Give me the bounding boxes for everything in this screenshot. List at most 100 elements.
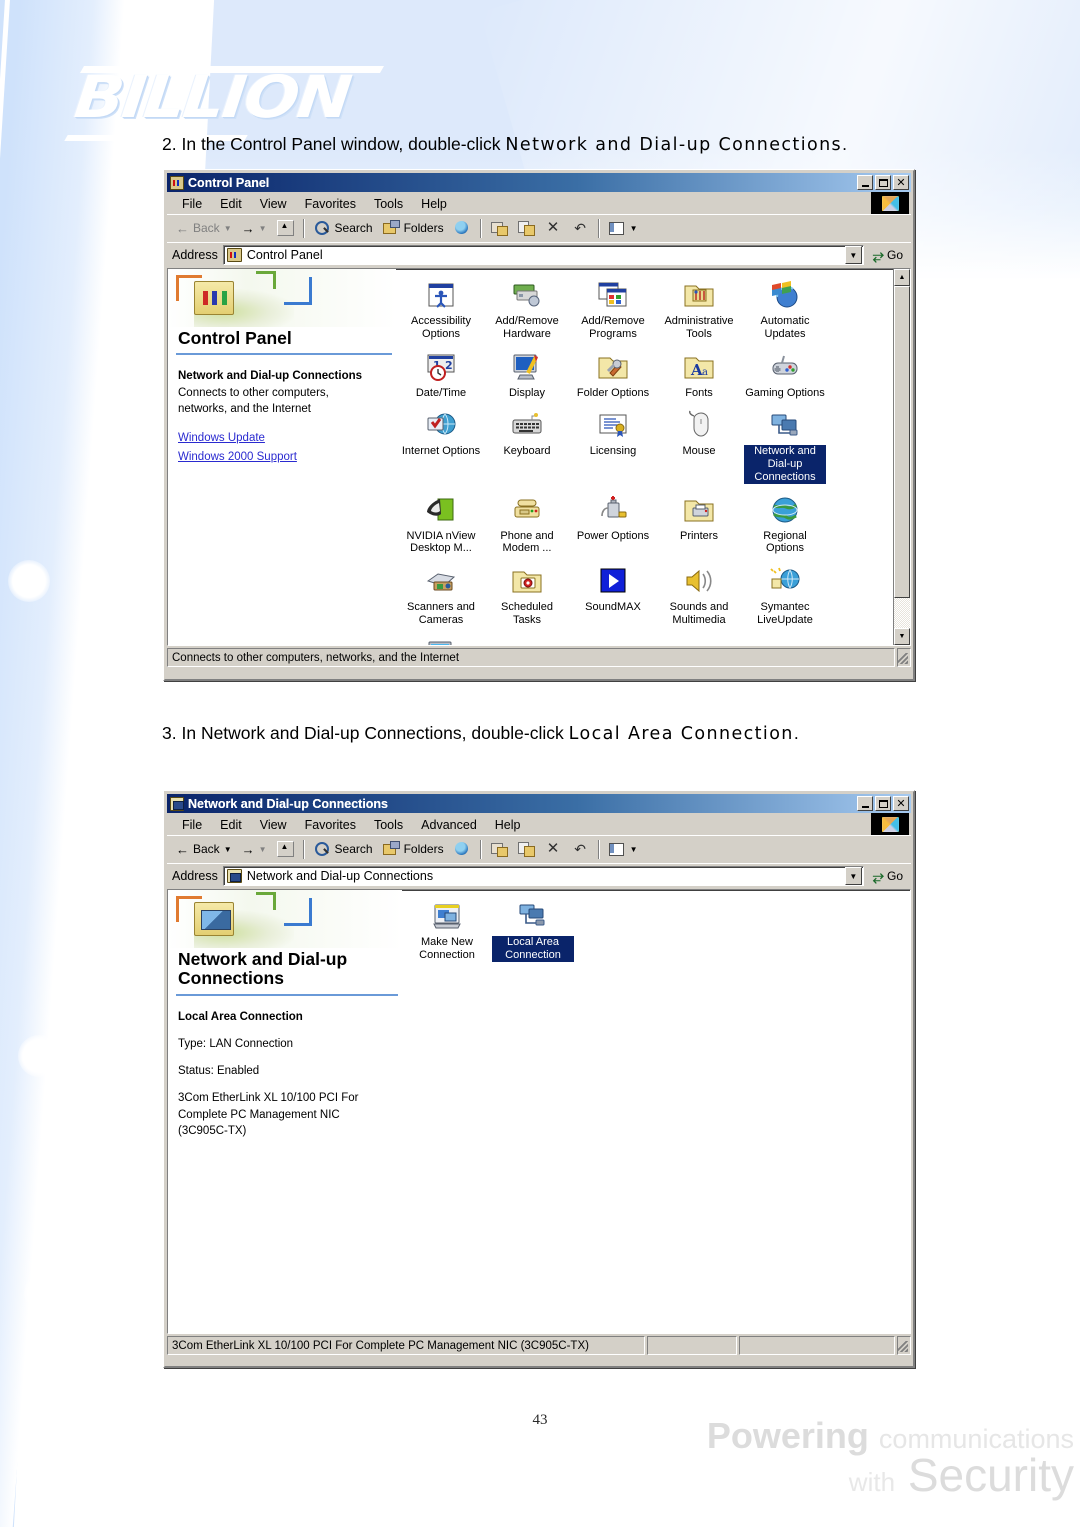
menu-file[interactable]: File [173, 195, 211, 213]
icon-item-printers-icon[interactable]: Printers [656, 490, 742, 562]
vertical-scrollbar[interactable]: ▲ ▼ [893, 269, 910, 645]
folders-button[interactable]: Folders [379, 218, 448, 238]
move-to-button[interactable] [487, 218, 512, 238]
menu-favorites[interactable]: Favorites [296, 195, 365, 213]
icon-item-fonts-icon[interactable]: Aa Fonts [656, 347, 742, 406]
icon-item-keyboard-icon[interactable]: Keyboard [484, 405, 570, 489]
forward-button[interactable]: → ▼ [238, 840, 271, 859]
resize-grip[interactable] [897, 1336, 911, 1355]
resize-grip[interactable] [897, 648, 911, 667]
menu-edit[interactable]: Edit [211, 816, 251, 834]
views-button[interactable]: ▼ [605, 839, 642, 859]
icon-item-make-new-connection-icon[interactable]: Make New Connection [404, 896, 490, 968]
control-panel-menubar[interactable]: File Edit View Favorites Tools Help [167, 192, 911, 214]
go-button[interactable]: ⥂ Go [869, 247, 911, 264]
move-to-button[interactable] [487, 839, 512, 859]
link-windows-update[interactable]: Windows Update [178, 430, 386, 446]
scrollbar-track[interactable] [894, 286, 910, 628]
forward-dropdown-icon[interactable]: ▼ [259, 224, 267, 233]
network-connections-window[interactable]: Network and Dial-up Connections ✕ File E… [163, 790, 915, 1368]
icon-item-display-icon[interactable]: Display [484, 347, 570, 406]
menu-advanced[interactable]: Advanced [412, 816, 486, 834]
views-dropdown-icon[interactable]: ▼ [630, 224, 638, 233]
icon-item-date-time-icon[interactable]: 12 Date/Time [398, 347, 484, 406]
icon-item-mouse-icon[interactable]: Mouse [656, 405, 742, 489]
icon-item-add-remove-programs-icon[interactable]: Add/Remove Programs [570, 275, 656, 347]
copy-to-button[interactable] [514, 839, 539, 859]
icon-item-system-icon[interactable] [398, 633, 484, 645]
undo-button[interactable]: ↶ [568, 218, 593, 238]
icon-item-soundmax-icon[interactable]: SoundMAX [570, 561, 656, 633]
scroll-down-button[interactable]: ▼ [894, 628, 910, 645]
search-button[interactable]: Search [310, 218, 377, 238]
close-button[interactable]: ✕ [893, 175, 909, 190]
minimize-button[interactable] [857, 175, 873, 190]
address-dropdown-button[interactable]: ▼ [844, 867, 862, 885]
control-panel-addressbar[interactable]: Address Control Panel ▼ ⥂ Go [167, 242, 911, 267]
copy-to-button[interactable] [514, 218, 539, 238]
icon-item-gaming-options-icon[interactable]: Gaming Options [742, 347, 828, 406]
network-connections-addressbar[interactable]: Address Network and Dial-up Connections … [167, 863, 911, 888]
icon-item-phone-modem-icon[interactable]: Phone and Modem ... [484, 490, 570, 562]
scrollbar-thumb[interactable] [894, 286, 910, 598]
up-button[interactable] [273, 218, 298, 238]
network-connections-titlebar[interactable]: Network and Dial-up Connections ✕ [167, 794, 911, 813]
menu-help[interactable]: Help [486, 816, 530, 834]
icon-item-scheduled-tasks-icon[interactable]: Scheduled Tasks [484, 561, 570, 633]
icon-item-regional-options-icon[interactable]: Regional Options [742, 490, 828, 562]
back-button[interactable]: ← Back ▼ [172, 219, 236, 238]
go-button[interactable]: ⥂ Go [869, 868, 911, 885]
close-button[interactable]: ✕ [893, 796, 909, 811]
address-dropdown-button[interactable]: ▼ [844, 246, 862, 264]
icon-item-network-dialup-connections-icon[interactable]: Network and Dial-up Connections [742, 405, 828, 489]
views-button[interactable]: ▼ [605, 218, 642, 238]
maximize-button[interactable] [875, 175, 891, 190]
icon-item-scanners-cameras-icon[interactable]: Scanners and Cameras [398, 561, 484, 633]
network-connections-toolbar[interactable]: ←Back▼ →▼ Search Folders ✕ ↶ ▼ [167, 835, 911, 862]
menu-tools[interactable]: Tools [365, 816, 412, 834]
control-panel-window[interactable]: Control Panel ✕ File Edit View Favorites… [163, 169, 915, 681]
icon-item-local-area-connection-icon[interactable]: Local Area Connection [490, 896, 576, 968]
minimize-button[interactable] [857, 796, 873, 811]
icon-item-internet-options-icon[interactable]: Internet Options [398, 405, 484, 489]
address-input[interactable]: Control Panel ▼ [222, 245, 864, 265]
undo-button[interactable]: ↶ [568, 839, 593, 859]
menu-view[interactable]: View [251, 195, 296, 213]
control-panel-toolbar[interactable]: ←Back▼ →▼ Search Folders ✕ ↶ ▼ [167, 214, 911, 241]
scroll-up-button[interactable]: ▲ [894, 269, 910, 286]
address-input[interactable]: Network and Dial-up Connections ▼ [222, 866, 864, 886]
views-dropdown-icon[interactable]: ▼ [630, 845, 638, 854]
icon-item-symantec-liveupdate-icon[interactable]: Symantec LiveUpdate [742, 561, 828, 633]
forward-dropdown-icon[interactable]: ▼ [259, 845, 267, 854]
menu-help[interactable]: Help [412, 195, 456, 213]
icon-item-folder-options-icon[interactable]: Folder Options [570, 347, 656, 406]
icon-item-nvidia-nview-icon[interactable]: NVIDIA nView Desktop M... [398, 490, 484, 562]
icon-item-power-options-icon[interactable]: Power Options [570, 490, 656, 562]
icon-item-administrative-tools-icon[interactable]: Administrative Tools [656, 275, 742, 347]
menu-tools[interactable]: Tools [365, 195, 412, 213]
folders-button[interactable]: Folders [379, 839, 448, 859]
menu-view[interactable]: View [251, 816, 296, 834]
control-panel-titlebar[interactable]: Control Panel ✕ [167, 173, 911, 192]
link-windows-2000-support[interactable]: Windows 2000 Support [178, 449, 386, 465]
back-dropdown-icon[interactable]: ▼ [224, 845, 232, 854]
up-button[interactable] [273, 839, 298, 859]
search-button[interactable]: Search [310, 839, 377, 859]
icon-item-sounds-multimedia-icon[interactable]: Sounds and Multimedia [656, 561, 742, 633]
menu-favorites[interactable]: Favorites [296, 816, 365, 834]
history-button[interactable] [450, 218, 475, 238]
history-button[interactable] [450, 839, 475, 859]
icon-item-add-remove-hardware-icon[interactable]: Add/Remove Hardware [484, 275, 570, 347]
maximize-button[interactable] [875, 796, 891, 811]
delete-button[interactable]: ✕ [541, 218, 566, 238]
icon-item-automatic-updates-icon[interactable]: Automatic Updates [742, 275, 828, 347]
back-button[interactable]: ← Back ▼ [172, 840, 236, 859]
icon-item-licensing-icon[interactable]: Licensing [570, 405, 656, 489]
network-connections-menubar[interactable]: File Edit View Favorites Tools Advanced … [167, 813, 911, 835]
delete-button[interactable]: ✕ [541, 839, 566, 859]
forward-button[interactable]: → ▼ [238, 219, 271, 238]
menu-file[interactable]: File [173, 816, 211, 834]
menu-edit[interactable]: Edit [211, 195, 251, 213]
icon-item-accessibility-icon[interactable]: Accessibility Options [398, 275, 484, 347]
back-dropdown-icon[interactable]: ▼ [224, 224, 232, 233]
